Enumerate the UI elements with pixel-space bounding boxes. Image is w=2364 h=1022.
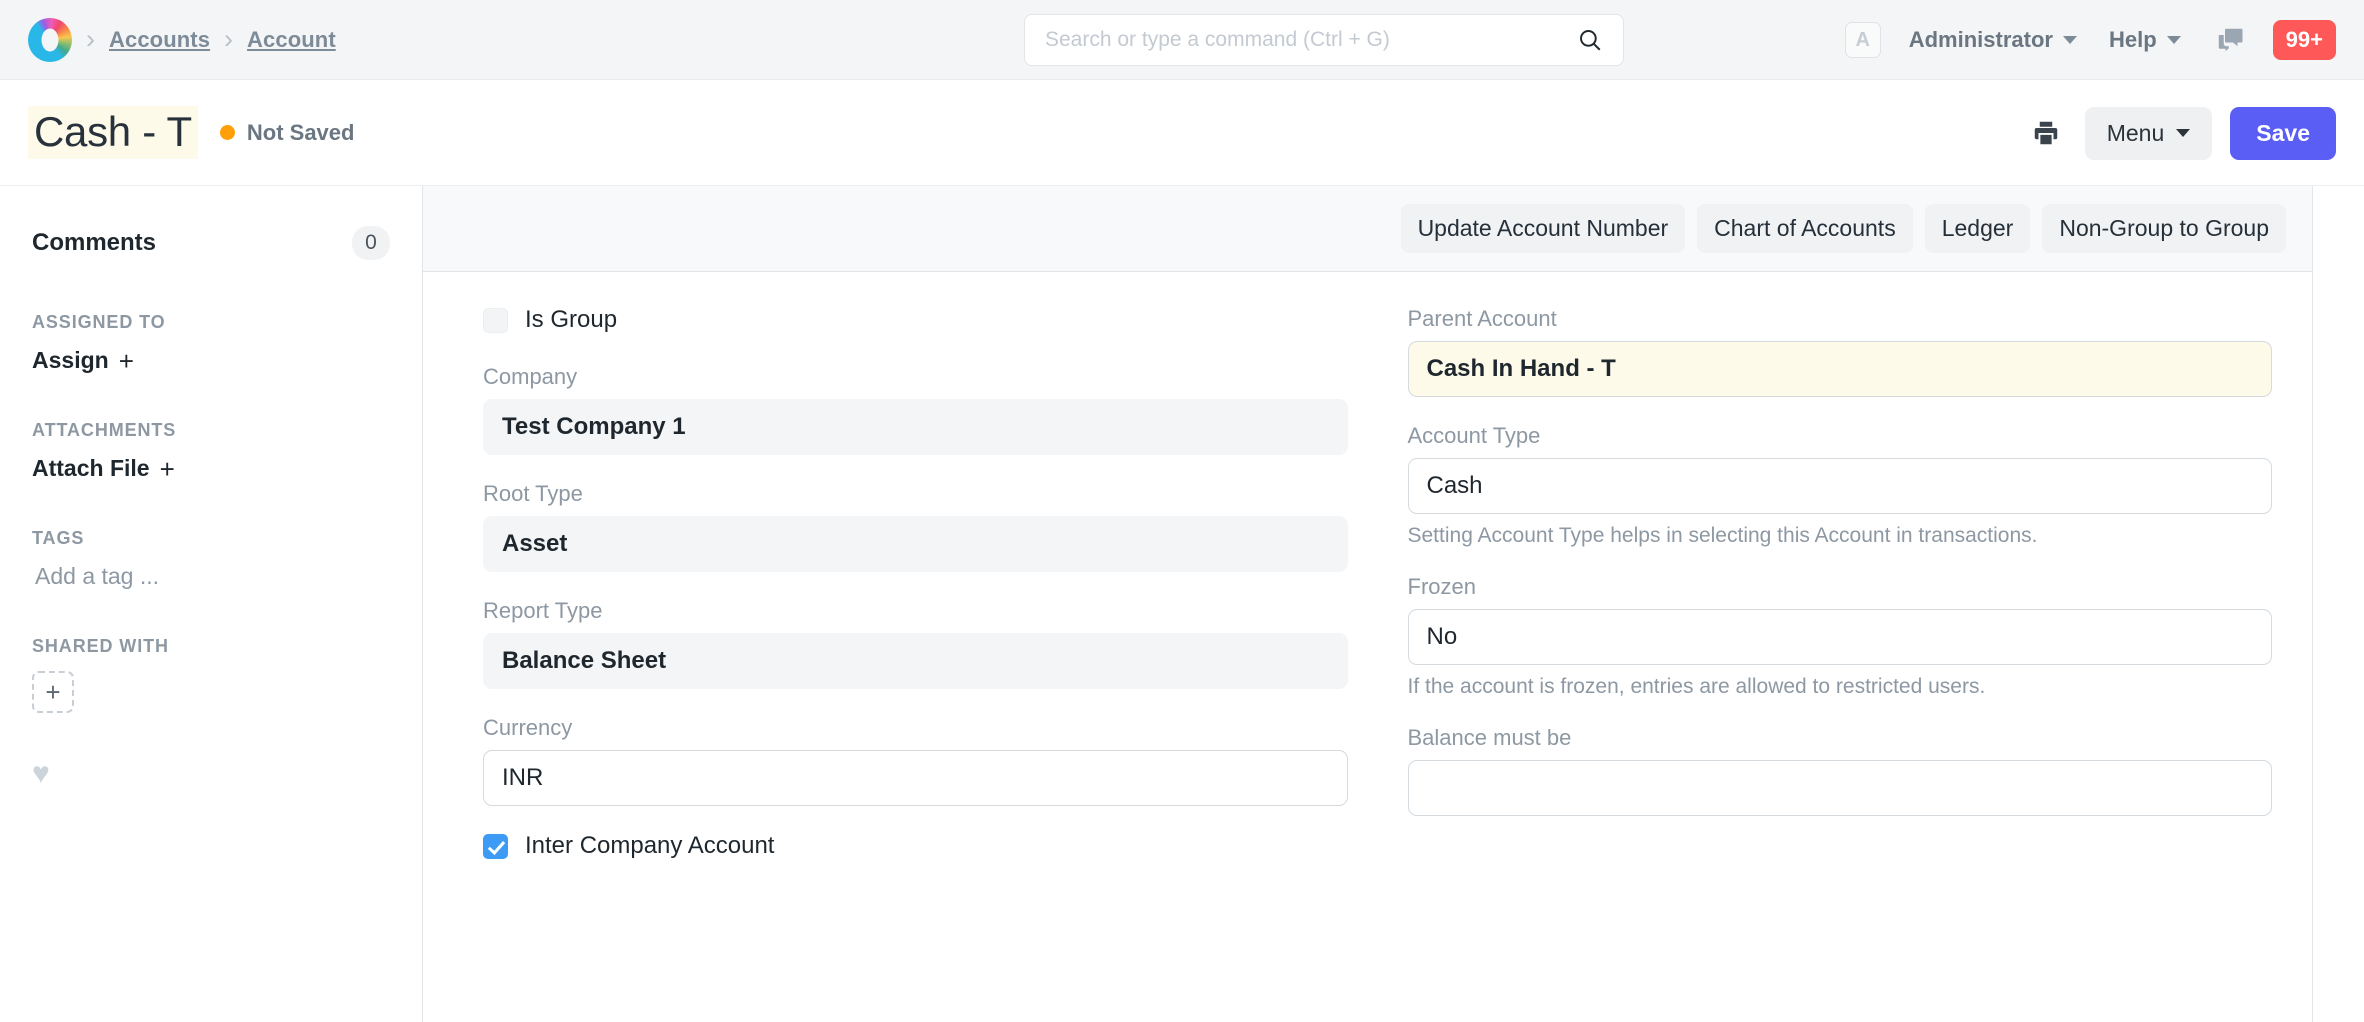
company-field: Company Test Company 1 [483, 364, 1348, 455]
balance-must-be-field: Balance must be [1407, 725, 2272, 816]
sidebar-comments-row[interactable]: Comments 0 [32, 226, 390, 260]
currency-input[interactable]: INR [483, 750, 1348, 806]
root-type-label: Root Type [483, 481, 583, 506]
search-input[interactable] [1045, 28, 1577, 52]
non-group-to-group-button[interactable]: Non-Group to Group [2042, 204, 2286, 253]
form-toolbar: Update Account Number Chart of Accounts … [423, 186, 2312, 272]
report-type-label: Report Type [483, 598, 603, 623]
account-type-label: Account Type [1407, 423, 1541, 448]
breadcrumb-item-accounts[interactable]: Accounts [109, 27, 210, 53]
ledger-button[interactable]: Ledger [1924, 204, 2031, 253]
form-fields: Is Group Company Test Company 1 Root Typ… [423, 272, 2312, 1022]
frozen-input[interactable]: No [1407, 609, 2272, 665]
currency-label: Currency [483, 715, 573, 740]
printer-icon[interactable] [2025, 112, 2067, 154]
avatar[interactable]: A [1844, 22, 1881, 58]
status-dot-icon [219, 125, 235, 140]
balance-must-be-input[interactable] [1407, 760, 2272, 816]
report-type-value: Balance Sheet [483, 633, 1348, 689]
global-search[interactable] [1024, 14, 1624, 66]
status-label: Not Saved [246, 119, 355, 145]
user-menu-label: Administrator [1908, 27, 2053, 52]
update-account-number-button[interactable]: Update Account Number [1400, 204, 1686, 253]
navbar-right-group: A Administrator Help 99+ [1844, 0, 2336, 80]
chevron-down-icon [2176, 129, 2191, 137]
root-type-value: Asset [483, 516, 1348, 572]
page-body: Comments 0 ASSIGNED TO Assign + ATTACHME… [0, 186, 2364, 1022]
user-menu[interactable]: Administrator [1893, 19, 2093, 61]
inter-company-account-label: Inter Company Account [525, 832, 775, 859]
is-group-label: Is Group [525, 306, 618, 333]
help-menu[interactable]: Help [2093, 19, 2197, 61]
status-badge: Not Saved [219, 119, 355, 146]
form-sidebar: Comments 0 ASSIGNED TO Assign + ATTACHME… [0, 186, 422, 1022]
notification-badge[interactable]: 99+ [2272, 20, 2336, 60]
attach-file-button[interactable]: Attach File + [32, 455, 175, 482]
attach-file-label: Attach File [32, 455, 150, 481]
balance-must-be-label: Balance must be [1407, 725, 1572, 750]
help-menu-label: Help [2108, 27, 2157, 52]
add-share-button[interactable]: + [32, 671, 74, 713]
sidebar-section-attachments: ATTACHMENTS Attach File + [32, 420, 390, 482]
parent-account-label: Parent Account [1407, 306, 1557, 331]
currency-field: Currency INR [483, 715, 1348, 806]
form-card: Update Account Number Chart of Accounts … [422, 186, 2313, 1022]
parent-account-input[interactable]: Cash In Hand - T [1407, 341, 2272, 397]
plus-icon: + [118, 345, 134, 376]
search-icon[interactable] [1577, 27, 1603, 53]
comments-label: Comments [32, 229, 157, 256]
menu-button-label: Menu [2106, 119, 2165, 146]
breadcrumb-separator-icon: › [224, 24, 234, 54]
page-title[interactable]: Cash - T [28, 106, 198, 159]
add-tag-input[interactable]: Add a tag ... [32, 563, 390, 590]
inter-company-account-checkbox[interactable] [483, 833, 508, 859]
company-value: Test Company 1 [483, 399, 1348, 455]
frappe-logo-icon[interactable] [28, 17, 72, 62]
inter-company-account-field[interactable]: Inter Company Account [483, 832, 1348, 860]
frozen-field: Frozen No If the account is frozen, entr… [1407, 574, 2272, 699]
sidebar-section-tags: TAGS Add a tag ... [32, 528, 390, 590]
account-type-field: Account Type Cash Setting Account Type h… [1407, 423, 2272, 548]
account-type-input[interactable]: Cash [1407, 458, 2272, 514]
comments-count: 0 [352, 226, 390, 260]
breadcrumb-item-account[interactable]: Account [247, 27, 336, 53]
is-group-field[interactable]: Is Group [483, 306, 1348, 334]
chat-bubbles-icon[interactable] [2197, 17, 2263, 63]
frozen-label: Frozen [1407, 574, 1476, 599]
chevron-down-icon [2062, 36, 2077, 44]
report-type-field: Report Type Balance Sheet [483, 598, 1348, 689]
root-type-field: Root Type Asset [483, 481, 1348, 572]
form-column-left: Is Group Company Test Company 1 Root Typ… [483, 306, 1348, 1022]
parent-account-field: Parent Account Cash In Hand - T [1407, 306, 2272, 397]
plus-icon: + [159, 453, 175, 484]
is-group-checkbox [483, 307, 508, 333]
page-actions: Menu Save [2025, 80, 2336, 186]
account-type-help: Setting Account Type helps in selecting … [1407, 524, 2038, 547]
sidebar-section-assigned-to: ASSIGNED TO Assign + [32, 312, 390, 374]
assigned-to-heading: ASSIGNED TO [32, 312, 166, 332]
sidebar-section-shared-with: SHARED WITH + [32, 636, 390, 713]
assign-label: Assign [32, 347, 109, 373]
save-button[interactable]: Save [2230, 106, 2336, 160]
menu-button[interactable]: Menu [2084, 106, 2213, 160]
top-navbar: › Accounts › Account A Administrator Hel… [0, 0, 2364, 80]
page-header: Cash - T Not Saved Menu Save [0, 80, 2364, 186]
tags-heading: TAGS [32, 528, 85, 548]
frozen-help: If the account is frozen, entries are al… [1407, 675, 1986, 698]
chart-of-accounts-button[interactable]: Chart of Accounts [1697, 204, 1913, 253]
heart-icon[interactable]: ♥ [32, 759, 390, 789]
chevron-down-icon [2166, 36, 2181, 44]
breadcrumb-separator-icon: › [86, 24, 95, 54]
form-column-right: Parent Account Cash In Hand - T Account … [1407, 306, 2272, 1022]
shared-with-heading: SHARED WITH [32, 636, 169, 656]
company-label: Company [483, 364, 578, 389]
attachments-heading: ATTACHMENTS [32, 420, 177, 440]
assign-button[interactable]: Assign + [32, 347, 134, 374]
